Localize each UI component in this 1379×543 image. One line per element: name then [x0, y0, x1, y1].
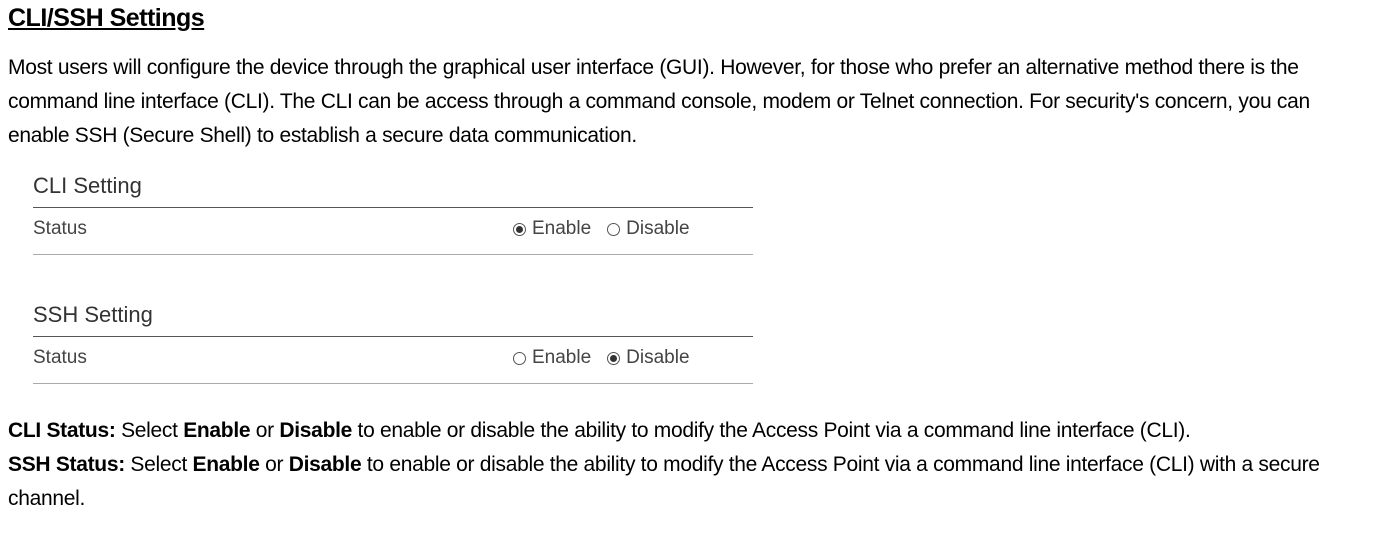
radio-icon [513, 223, 526, 236]
page-title: CLI/SSH Settings [8, 4, 1371, 33]
ssh-enable-label: Enable [532, 347, 591, 369]
radio-icon [607, 352, 620, 365]
cli-disable-option[interactable]: Disable [607, 218, 689, 240]
radio-icon [513, 352, 526, 365]
desc-text: or [250, 419, 279, 442]
desc-text: to enable or disable the ability to modi… [352, 419, 1190, 442]
cli-enable-option[interactable]: Enable [513, 218, 591, 240]
descriptions: CLI Status: Select Enable or Disable to … [8, 414, 1371, 516]
ssh-status-label: Status [33, 347, 513, 369]
desc-option: Disable [279, 419, 352, 442]
ssh-section: SSH Setting Status Enable Disable [33, 300, 753, 384]
desc-label: SSH Status: [8, 453, 125, 476]
cli-section-title: CLI Setting [33, 171, 753, 208]
cli-section: CLI Setting Status Enable Disable [33, 171, 753, 255]
desc-text: Select [116, 419, 184, 442]
cli-status-row: Status Enable Disable [33, 208, 753, 255]
ssh-section-title: SSH Setting [33, 300, 753, 337]
cli-status-description: CLI Status: Select Enable or Disable to … [8, 414, 1371, 448]
cli-enable-label: Enable [532, 218, 591, 240]
desc-option: Enable [193, 453, 260, 476]
ssh-enable-option[interactable]: Enable [513, 347, 591, 369]
ssh-status-radio-group: Enable Disable [513, 347, 700, 369]
intro-paragraph: Most users will configure the device thr… [8, 51, 1371, 153]
desc-option: Enable [183, 419, 250, 442]
radio-icon [607, 223, 620, 236]
ssh-status-row: Status Enable Disable [33, 337, 753, 384]
settings-panel: CLI Setting Status Enable Disable SSH Se… [33, 171, 753, 384]
cli-disable-label: Disable [626, 218, 689, 240]
cli-status-radio-group: Enable Disable [513, 218, 700, 240]
desc-option: Disable [289, 453, 362, 476]
cli-status-label: Status [33, 218, 513, 240]
ssh-disable-label: Disable [626, 347, 689, 369]
ssh-disable-option[interactable]: Disable [607, 347, 689, 369]
desc-label: CLI Status: [8, 419, 116, 442]
desc-text: or [260, 453, 289, 476]
ssh-status-description: SSH Status: Select Enable or Disable to … [8, 448, 1371, 516]
desc-text: Select [125, 453, 193, 476]
